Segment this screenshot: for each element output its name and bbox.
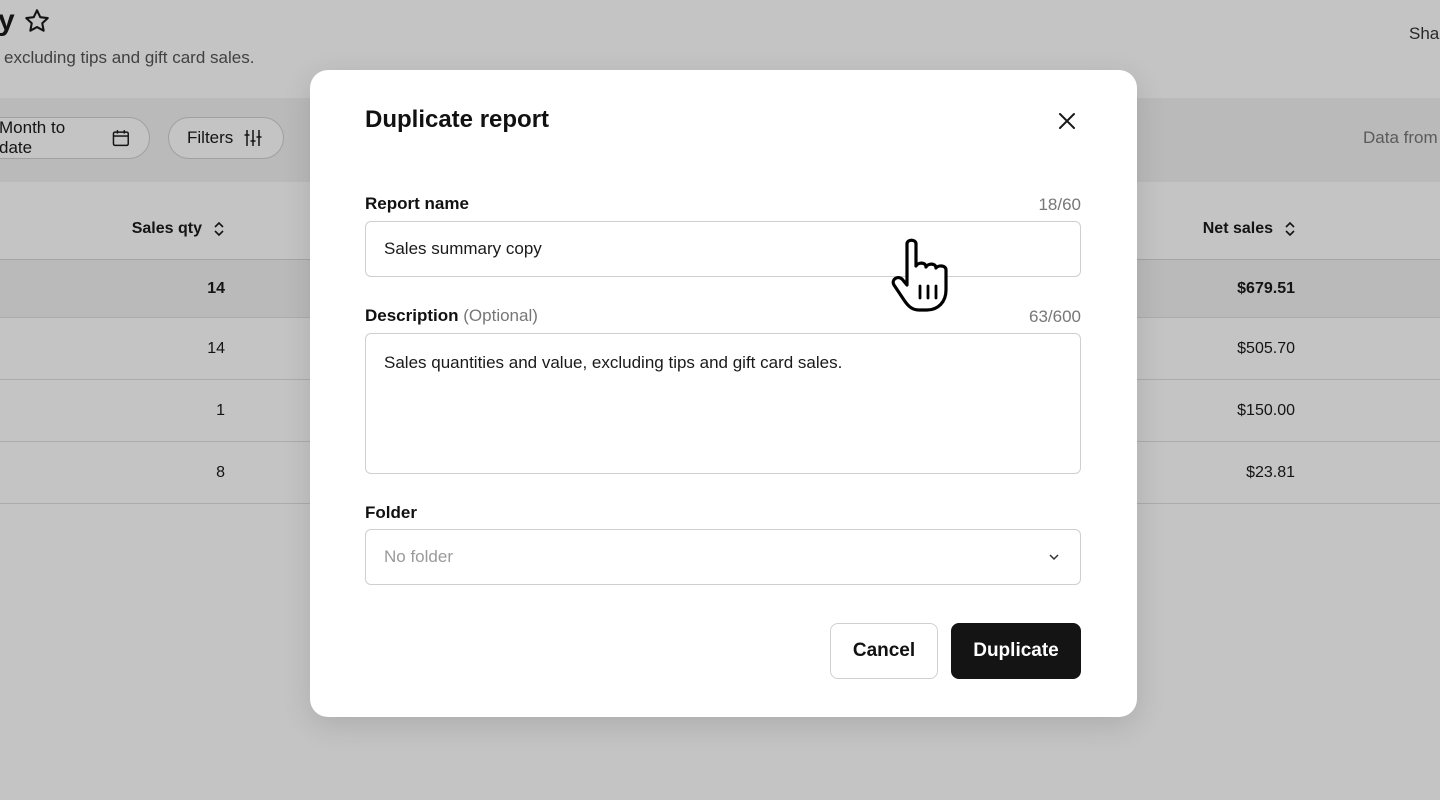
chevron-down-icon (1049, 554, 1059, 561)
duplicate-report-dialog: Duplicate report Report name 18/60 Sales… (310, 70, 1137, 717)
report-name-label: Report name (365, 194, 469, 213)
description-textarea[interactable]: Sales quantities and value, excluding ti… (365, 333, 1081, 474)
description-label-text: Description (365, 306, 459, 325)
dialog-title: Duplicate report (365, 106, 550, 133)
duplicate-button[interactable]: Duplicate (951, 623, 1081, 679)
close-icon (1059, 113, 1075, 129)
folder-label: Folder (365, 503, 417, 522)
report-name-counter: 18/60 (1038, 195, 1081, 214)
description-label: Description (Optional) (365, 306, 538, 326)
cancel-button[interactable]: Cancel (830, 623, 938, 679)
folder-placeholder: No folder (384, 547, 453, 566)
description-counter: 63/600 (1029, 307, 1081, 326)
folder-select[interactable]: No folder (365, 529, 1081, 585)
close-button[interactable] (1054, 108, 1080, 134)
optional-hint: (Optional) (463, 306, 538, 325)
report-name-input[interactable]: Sales summary copy (365, 221, 1081, 277)
